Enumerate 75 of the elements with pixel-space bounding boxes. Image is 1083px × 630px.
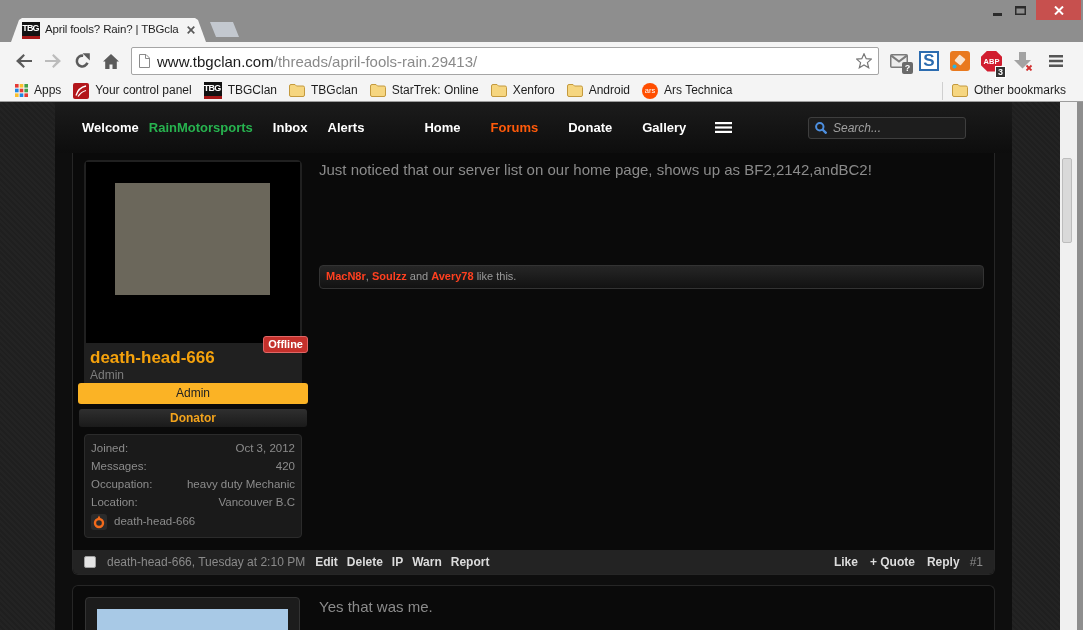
post-message: Just noticed that our server list on our home page, shows up as BF2,2142,andBC2!	[319, 160, 873, 180]
tile-icon[interactable]	[950, 51, 970, 71]
ring-icon	[91, 514, 107, 530]
tab-close-icon[interactable]	[187, 26, 195, 34]
nav-link[interactable]: Gallery	[642, 119, 687, 136]
nav-link[interactable]: Inbox	[272, 119, 308, 136]
post-action-link[interactable]: IP	[391, 554, 404, 570]
folder-icon	[490, 84, 507, 97]
nav-link[interactable]: Forums	[490, 119, 539, 136]
extension-button[interactable]: S	[919, 51, 939, 71]
bookmark-link[interactable]: Android	[566, 81, 631, 100]
back-arrow-icon[interactable]	[16, 54, 32, 68]
help-badge: ?	[902, 62, 913, 74]
site-logo: TBG	[22, 21, 40, 39]
bookmark-link[interactable]: Other bookmarks	[951, 81, 1066, 100]
post-number-link[interactable]: #1	[969, 554, 983, 570]
info-value: Oct 3, 2012	[235, 441, 295, 456]
download-icon[interactable]	[1013, 51, 1033, 71]
count-badge: 3	[995, 65, 1006, 78]
post-action-link[interactable]: Reply	[926, 554, 960, 570]
search-icon	[815, 121, 827, 134]
nav-link[interactable]: Donate	[568, 119, 613, 136]
info-value: heavy duty Mechanic	[186, 477, 295, 492]
nav-link[interactable]: Home	[424, 119, 461, 136]
scroll-thumb[interactable]	[1062, 158, 1072, 243]
likes-text: MacN8r, Soulzz and Avery78 like this.	[326, 270, 517, 284]
search-field[interactable]: Search...	[808, 116, 966, 139]
post-action-link[interactable]: Delete	[346, 554, 383, 570]
apps-grid-icon	[15, 84, 28, 97]
user-title: Admin	[90, 368, 125, 382]
info-label: Occupation:	[91, 477, 153, 492]
post-message: Yes that was me.	[319, 597, 434, 617]
reload-icon[interactable]	[74, 53, 90, 69]
select-checkbox[interactable]	[84, 556, 96, 568]
close-window-button[interactable]	[1036, 0, 1081, 20]
post-action-link[interactable]: Edit	[315, 554, 338, 570]
post-action-link[interactable]: Report	[450, 554, 490, 570]
address-bar[interactable]: www.tbgclan.com/threads/april-fools-rain.29413/	[131, 47, 879, 75]
user-banner: Donator	[79, 409, 307, 427]
info-label: Joined:	[91, 441, 129, 456]
close-icon[interactable]	[1053, 5, 1064, 15]
post-action-link[interactable]: Warn	[412, 554, 442, 570]
user-link[interactable]: MacN8r	[326, 270, 366, 283]
info-label: Location:	[91, 495, 138, 510]
status-badge: Offline	[263, 336, 308, 353]
bookmark-link[interactable]: TBGclan	[289, 81, 358, 100]
nav-link[interactable]: Alerts	[327, 119, 365, 136]
bookmark-link[interactable]: Apps	[15, 81, 62, 100]
username-link[interactable]: RainMotorsports	[148, 119, 253, 136]
bookmark-link[interactable]: StarTrek: Online	[369, 81, 479, 100]
user-link[interactable]: Soulzz	[371, 270, 407, 283]
account-name: death-head-666	[114, 515, 196, 529]
post-action-link[interactable]: Like	[833, 554, 858, 570]
menu-icon[interactable]	[1049, 55, 1063, 67]
star-icon[interactable]	[856, 53, 872, 69]
folder-icon	[566, 84, 583, 97]
post-byline: death-head-666, Tuesday at 2:10 PM	[107, 554, 306, 570]
folder-icon	[369, 84, 386, 97]
folder-icon	[951, 84, 968, 97]
bookmark-link[interactable]: Xenforo	[490, 81, 555, 100]
info-value: Vancouver B.C	[218, 495, 295, 510]
bookmark-link[interactable]: Your control panel	[73, 81, 192, 100]
menu-icon[interactable]	[715, 122, 733, 133]
folder-icon	[289, 84, 305, 97]
browser-tab[interactable]: TBG April fools? Rain? | TBGcla	[11, 18, 206, 42]
info-label: Messages:	[91, 459, 147, 474]
welcome-text: Welcome	[82, 119, 139, 136]
info-value: 420	[275, 459, 295, 474]
maximize-icon[interactable]	[1015, 5, 1026, 15]
minimize-icon[interactable]	[993, 12, 1002, 16]
page-icon	[139, 54, 150, 68]
user-link[interactable]: Avery78	[431, 270, 474, 283]
user-banner: Admin	[78, 383, 308, 404]
home-icon[interactable]	[103, 53, 119, 69]
post-action-link[interactable]: + Quote	[869, 554, 915, 570]
